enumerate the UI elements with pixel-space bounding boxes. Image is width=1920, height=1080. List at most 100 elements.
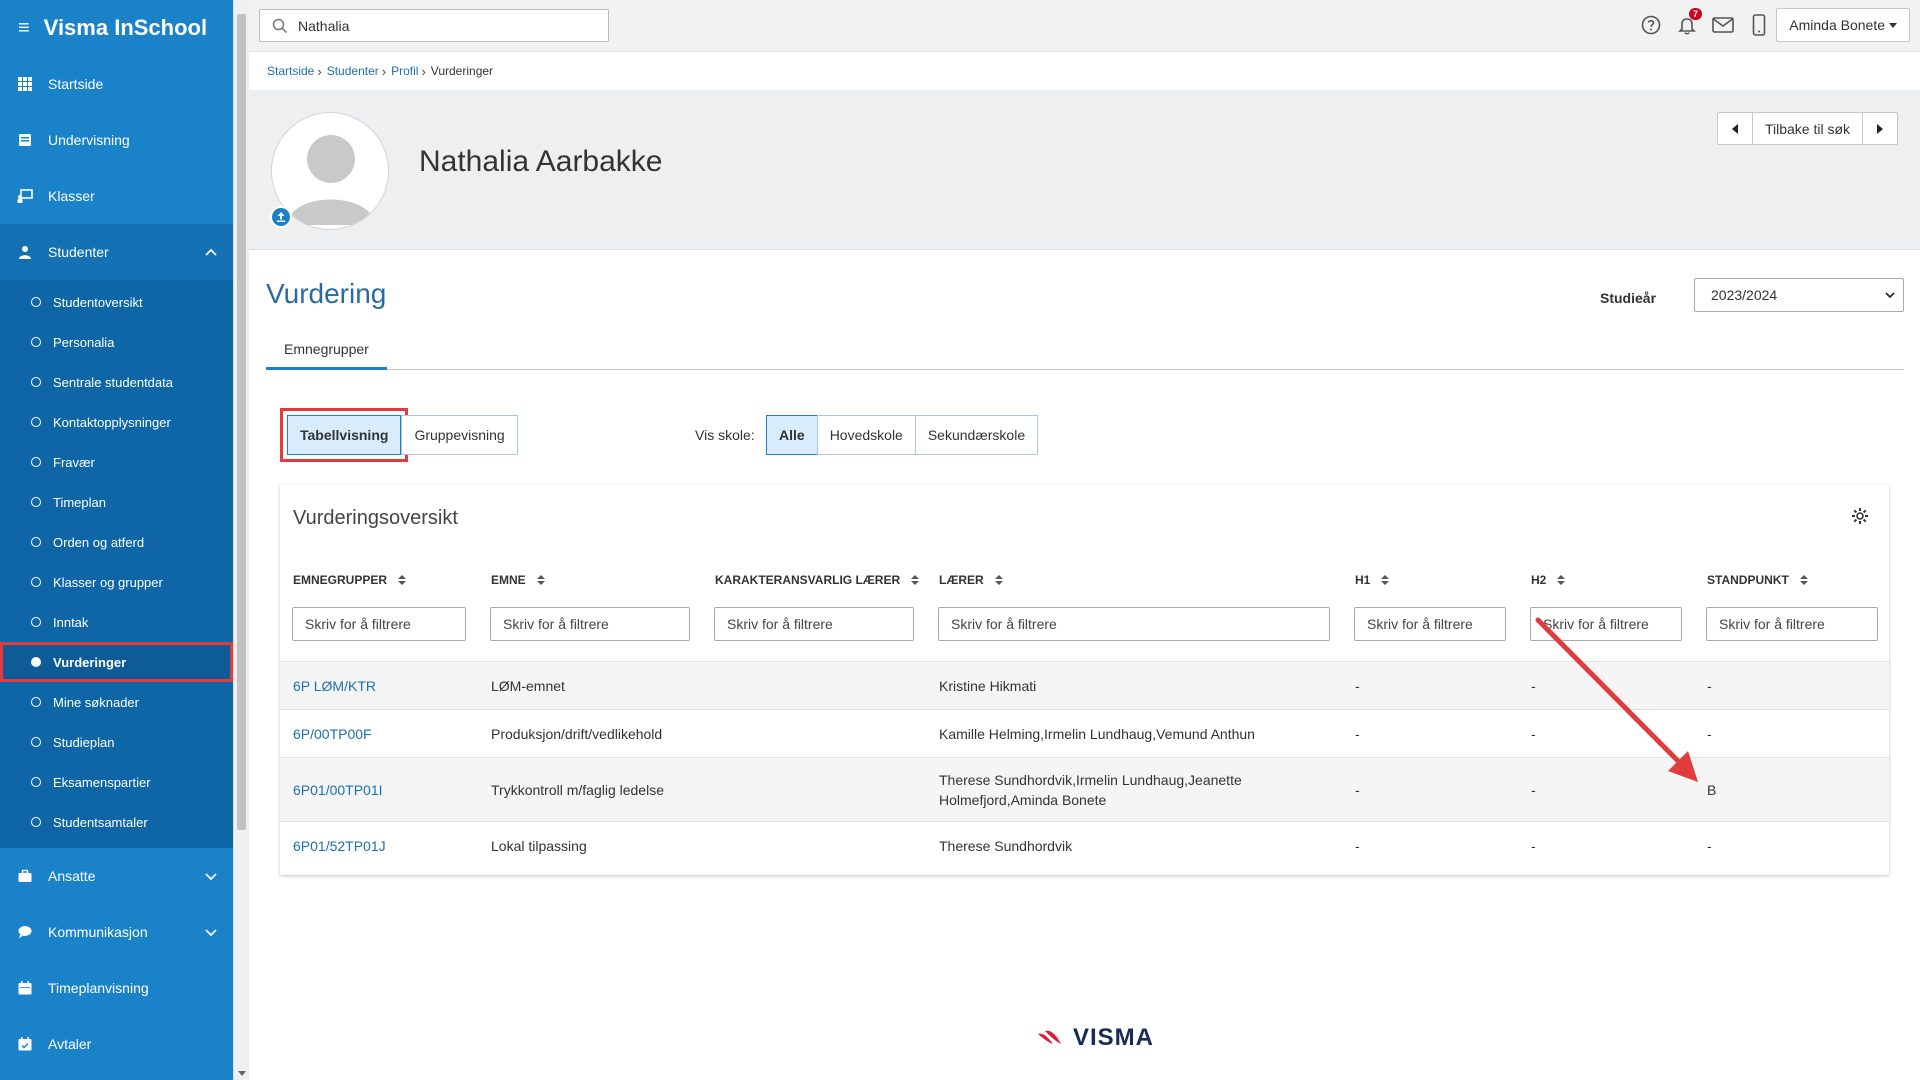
sidebar-subitem-mine-soknader[interactable]: Mine søknader: [0, 682, 233, 722]
sidebar-item-ansatte[interactable]: Ansatte: [0, 848, 233, 904]
sidebar-item-avtaler[interactable]: Avtaler: [0, 1016, 233, 1072]
chevron-down-icon[interactable]: [203, 868, 219, 884]
sort-icon[interactable]: [994, 574, 1004, 586]
sidebar-subitem-studieplan[interactable]: Studieplan: [0, 722, 233, 762]
chevron-down-icon[interactable]: [203, 924, 219, 940]
cell-subject: Trykkontroll m/faglig ledelse: [491, 781, 664, 798]
filter-standpunkt-input[interactable]: [1706, 607, 1878, 641]
breadcrumb-profil[interactable]: Profil: [391, 64, 418, 78]
sidebar-subitem-studentoversikt[interactable]: Studentoversikt: [0, 282, 233, 322]
sort-icon[interactable]: [1799, 574, 1809, 586]
school-main-button[interactable]: Hovedskole: [816, 415, 916, 455]
sidebar-scrollbar[interactable]: [233, 0, 249, 1080]
sidebar-item-studenter[interactable]: Studenter: [0, 224, 233, 280]
filter-karakteransvarlig-input[interactable]: [714, 607, 914, 641]
sidebar-subitem-label: Mine søknader: [53, 694, 139, 710]
filter-emne-input[interactable]: [490, 607, 690, 641]
breadcrumb: Startside › Studenter › Profil › Vurderinge…: [249, 52, 1920, 90]
circle-icon: [31, 297, 41, 307]
next-arrow-icon[interactable]: [1863, 113, 1897, 144]
mobile-phone-icon[interactable]: [1748, 14, 1770, 36]
chevron-down-icon: [1885, 292, 1895, 299]
cell-h2: -: [1531, 677, 1536, 694]
sidebar-subitem-sentrale-studentdata[interactable]: Sentrale studentdata: [0, 362, 233, 402]
upload-photo-icon[interactable]: [270, 206, 292, 228]
hamburger-menu-icon[interactable]: ≡: [18, 17, 30, 40]
column-header-emne[interactable]: EMNE: [491, 573, 546, 587]
scrollbar-thumb[interactable]: [237, 14, 246, 830]
sidebar-subitem-label: Personalia: [53, 334, 115, 350]
app-brand[interactable]: ≡ Visma InSchool: [0, 0, 233, 56]
sort-icon[interactable]: [1556, 574, 1566, 586]
cell-group-link[interactable]: 6P/00TP00F: [293, 710, 372, 757]
previous-arrow-icon[interactable]: [1718, 113, 1752, 144]
sort-icon[interactable]: [397, 574, 407, 586]
filter-h2-input[interactable]: [1530, 607, 1682, 641]
search-input[interactable]: [298, 17, 578, 34]
column-header-karakteransvarlig[interactable]: KARAKTERANSVARLIG LÆRER: [715, 573, 920, 587]
sidebar-item-klasser[interactable]: Klasser: [0, 168, 233, 224]
breadcrumb-studenter[interactable]: Studenter: [327, 64, 379, 78]
sidebar-subitem-eksamenspartier[interactable]: Eksamenspartier: [0, 762, 233, 802]
sidebar-subitem-fravaer[interactable]: Fravær: [0, 442, 233, 482]
column-header-label: KARAKTERANSVARLIG LÆRER: [715, 573, 901, 587]
cell-h1: -: [1355, 837, 1360, 854]
sidebar-subitem-timeplan[interactable]: Timeplan: [0, 482, 233, 522]
column-header-label: STANDPUNKT: [1707, 573, 1789, 587]
filter-h1-input[interactable]: [1354, 607, 1506, 641]
tab-emnegrupper[interactable]: Emnegrupper: [266, 330, 387, 370]
column-header-label: EMNE: [491, 573, 526, 587]
sidebar-item-startside[interactable]: Startside: [0, 56, 233, 112]
school-all-button[interactable]: Alle: [766, 415, 818, 455]
scroll-down-arrow-icon[interactable]: [238, 1071, 246, 1076]
group-view-button[interactable]: Gruppevisning: [401, 415, 518, 455]
search-box[interactable]: [259, 9, 609, 42]
sort-icon[interactable]: [1380, 574, 1390, 586]
column-header-standpunkt[interactable]: STANDPUNKT: [1707, 573, 1809, 587]
notification-bell-icon[interactable]: 7: [1676, 8, 1702, 36]
filter-emnegrupper-input[interactable]: [292, 607, 466, 641]
column-header-h2[interactable]: H2: [1531, 573, 1566, 587]
filter-laerer-input[interactable]: [938, 607, 1330, 641]
sidebar-item-undervisning[interactable]: Undervisning: [0, 112, 233, 168]
table-view-button[interactable]: Tabellvisning: [279, 408, 409, 462]
sidebar-subitem-inntak[interactable]: Inntak: [0, 602, 233, 642]
sidebar-subitem-kontaktopplysninger[interactable]: Kontaktopplysninger: [0, 402, 233, 442]
mail-icon[interactable]: [1712, 14, 1734, 36]
sidebar-subitem-personalia[interactable]: Personalia: [0, 322, 233, 362]
help-icon[interactable]: [1640, 14, 1662, 36]
cell-group-link[interactable]: 6P LØM/KTR: [293, 662, 376, 709]
cell-subject: Produksjon/drift/vedlikehold: [491, 725, 663, 742]
sidebar-subitem-studentsamtaler[interactable]: Studentsamtaler: [0, 802, 233, 842]
calendar-check-icon: [16, 1035, 34, 1053]
cell-group-link[interactable]: 6P01/00TP01I: [293, 758, 383, 821]
column-header-emnegrupper[interactable]: EMNEGRUPPER: [293, 573, 407, 587]
sidebar-subitem-vurderinger[interactable]: Vurderinger: [0, 642, 233, 682]
book-icon: [16, 131, 34, 149]
top-icons: 7: [1640, 8, 1770, 36]
sidebar-subitem-label: Studentoversikt: [53, 294, 143, 310]
column-header-laerer[interactable]: LÆRER: [939, 573, 1004, 587]
year-label: Studieår: [1600, 290, 1657, 306]
sidebar-subitem-klasser-og-grupper[interactable]: Klasser og grupper: [0, 562, 233, 602]
sort-icon[interactable]: [910, 574, 920, 586]
sort-icon[interactable]: [536, 574, 546, 586]
sidebar-item-label: Studenter: [48, 244, 109, 260]
back-to-search-button[interactable]: Tilbake til søk: [1751, 113, 1863, 144]
sidebar-subitem-orden-og-atferd[interactable]: Orden og atferd: [0, 522, 233, 562]
chevron-up-icon[interactable]: [203, 244, 219, 260]
sidebar-subitem-label: Orden og atferd: [53, 534, 145, 550]
gear-icon[interactable]: [1851, 507, 1869, 525]
table-row: 6P01/00TP01I Trykkontroll m/faglig ledel…: [280, 757, 1889, 821]
year-select[interactable]: 2023/2024: [1694, 278, 1904, 312]
cell-h1: -: [1355, 725, 1360, 742]
user-menu-button[interactable]: Aminda Bonete: [1776, 8, 1910, 42]
circle-filled-icon: [31, 657, 41, 667]
cell-group-link[interactable]: 6P01/52TP01J: [293, 822, 386, 869]
column-header-h1[interactable]: H1: [1355, 573, 1390, 587]
cell-standpunkt: -: [1707, 725, 1712, 742]
sidebar-item-timeplanvisning[interactable]: Timeplanvisning: [0, 960, 233, 1016]
school-secondary-button[interactable]: Sekundærskole: [914, 415, 1039, 455]
sidebar-item-kommunikasjon[interactable]: Kommunikasjon: [0, 904, 233, 960]
breadcrumb-startside[interactable]: Startside: [267, 64, 314, 78]
